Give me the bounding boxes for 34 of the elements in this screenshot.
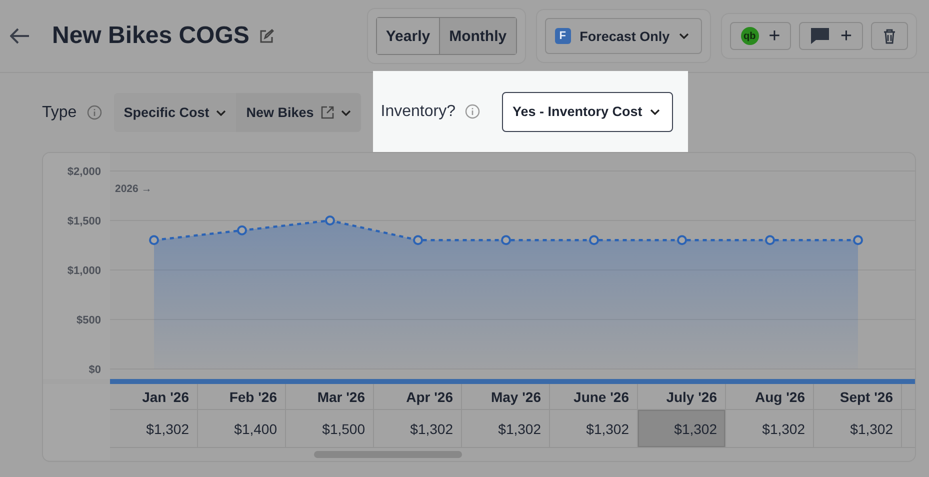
month-header: May '26 xyxy=(462,384,550,410)
scenario-dropdown[interactable]: F Forecast Only xyxy=(544,18,702,54)
value-cell[interactable]: $1,302 xyxy=(814,410,902,448)
value-cell[interactable]: $1,302 xyxy=(374,410,462,448)
month-header: Sept '26 xyxy=(814,384,902,410)
y-axis-label: $0 xyxy=(88,364,101,376)
forecast-badge-icon: F xyxy=(554,28,571,44)
month-header: Jan '26 xyxy=(110,384,198,410)
y-axis-label: $500 xyxy=(76,314,101,326)
inventory-dropdown[interactable]: Yes - Inventory Cost xyxy=(502,92,674,132)
value-cell[interactable]: $1,302 xyxy=(638,410,726,448)
value-cell[interactable]: $1,302 xyxy=(726,410,814,448)
item-dropdown[interactable]: New Bikes xyxy=(236,93,361,132)
value-cell[interactable]: $1,400 xyxy=(198,410,286,448)
year-marker: 2026 → xyxy=(115,183,152,195)
month-header: June '26 xyxy=(550,384,638,410)
page-title: New Bikes COGS xyxy=(52,22,250,50)
quickbooks-add-button[interactable]: qb + xyxy=(730,22,792,50)
y-axis-label: $2,000 xyxy=(67,166,101,178)
scenario-label: Forecast Only xyxy=(580,28,670,44)
month-header: Mar '26 xyxy=(286,384,374,410)
value-cell[interactable]: $1,500 xyxy=(286,410,374,448)
quickbooks-logo-icon: qb xyxy=(740,27,759,45)
month-header: Feb '26 xyxy=(198,384,286,410)
type-label: Type xyxy=(42,104,77,122)
y-axis-label: $1,000 xyxy=(67,265,101,277)
period-tab[interactable]: Monthly xyxy=(439,18,516,54)
month-header: Apr '26 xyxy=(374,384,462,410)
month-header: Aug '26 xyxy=(726,384,814,410)
add-comment-button[interactable]: + xyxy=(799,22,863,50)
value-cell[interactable]: $1,302 xyxy=(110,410,198,448)
inventory-label: Inventory? xyxy=(380,102,456,120)
value-cell[interactable]: $1,302 xyxy=(462,410,550,448)
y-axis-label: $1,500 xyxy=(67,216,101,228)
